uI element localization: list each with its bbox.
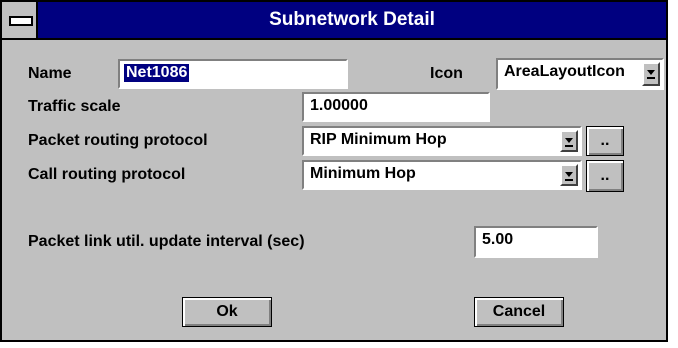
cancel-button[interactable]: Cancel bbox=[474, 297, 564, 327]
dropdown-arrow-icon[interactable] bbox=[642, 62, 660, 86]
name-label: Name bbox=[28, 65, 72, 82]
name-field[interactable]: Net1086 bbox=[118, 59, 348, 89]
call-routing-browse-button[interactable]: .. bbox=[586, 160, 624, 192]
traffic-scale-label: Traffic scale bbox=[28, 98, 121, 115]
packet-routing-value: RIP Minimum Hop bbox=[310, 131, 447, 148]
traffic-scale-field[interactable]: 1.00000 bbox=[302, 92, 490, 122]
call-routing-label: Call routing protocol bbox=[28, 166, 186, 183]
packet-routing-select[interactable]: RIP Minimum Hop bbox=[302, 126, 582, 156]
title-bar: Subnetwork Detail bbox=[2, 2, 666, 40]
packet-link-interval-value: 5.00 bbox=[482, 231, 514, 248]
packet-link-interval-label: Packet link util. update interval (sec) bbox=[28, 233, 305, 250]
subnetwork-detail-dialog: Subnetwork Detail Name Net1086 Icon Area… bbox=[0, 0, 668, 342]
packet-routing-label: Packet routing protocol bbox=[28, 132, 208, 149]
dropdown-arrow-icon[interactable] bbox=[560, 164, 578, 186]
icon-label: Icon bbox=[430, 65, 463, 82]
icon-select[interactable]: AreaLayoutIcon bbox=[496, 58, 664, 90]
name-value: Net1086 bbox=[124, 64, 190, 82]
call-routing-value: Minimum Hop bbox=[310, 165, 416, 182]
dialog-title: Subnetwork Detail bbox=[269, 9, 435, 30]
ok-button[interactable]: Ok bbox=[182, 297, 272, 327]
dropdown-arrow-icon[interactable] bbox=[560, 130, 578, 152]
call-routing-select[interactable]: Minimum Hop bbox=[302, 160, 582, 190]
packet-routing-browse-button[interactable]: .. bbox=[586, 126, 624, 156]
traffic-scale-value: 1.00000 bbox=[310, 97, 368, 114]
system-menu-icon[interactable] bbox=[2, 2, 38, 38]
packet-link-interval-field[interactable]: 5.00 bbox=[474, 226, 598, 258]
icon-select-value: AreaLayoutIcon bbox=[504, 63, 625, 80]
